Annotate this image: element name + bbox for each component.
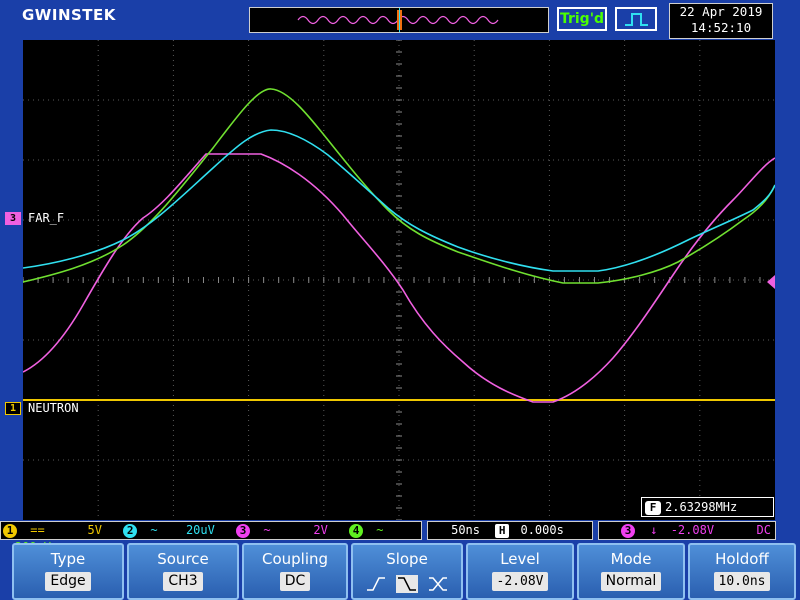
softkey-type[interactable]: Type Edge (12, 543, 124, 600)
ch1-scale: 5V (87, 523, 102, 537)
softkey-menu: Type Edge Source CH3 Coupling DC Slope L… (0, 543, 800, 600)
softkey-holdoff-value: 10.0ns (713, 572, 771, 591)
ch1-waveform-label: NEUTRON (28, 401, 79, 415)
waveform-display[interactable]: FAR_F NEUTRON (23, 40, 775, 520)
falling-edge-icon[interactable] (396, 574, 418, 593)
timebase-box[interactable]: 50ns H 0.000s (427, 521, 593, 540)
either-edge-icon[interactable] (427, 575, 449, 593)
frequency-value: 2.63298MHz (665, 500, 738, 514)
trigger-slope-icon: ↓ (650, 523, 658, 537)
ch1-position-marker[interactable]: 1 (5, 402, 21, 415)
ch3-position-marker[interactable]: 3 (5, 212, 21, 225)
memory-overview-bar (249, 7, 549, 33)
trigger-level-readout: -2.08V (670, 523, 715, 537)
status-bar: 1 == 5V 2 ~ 20uV 3 ~ 2V 4 ~ 200mV 50ns H… (0, 520, 800, 554)
trigger-level-marker[interactable] (766, 275, 776, 289)
ch2-number-icon: 2 (123, 523, 138, 538)
softkey-holdoff-title: Holdoff (715, 550, 769, 568)
softkey-source[interactable]: Source CH3 (127, 543, 239, 600)
softkey-coupling-value: DC (279, 572, 311, 591)
ch1-scale-group[interactable]: 1 == 5V (1, 523, 109, 538)
channel-scale-box[interactable]: 1 == 5V 2 ~ 20uV 3 ~ 2V 4 ~ 200mV (0, 521, 422, 554)
date-text: 22 Apr 2019 (679, 4, 763, 19)
softkey-mode-title: Mode (610, 550, 652, 568)
softkey-source-value: CH3 (163, 572, 203, 591)
horizontal-position: 0.000s (520, 523, 564, 537)
top-bar: GWINSTEK Trig'd 22 Apr 2019 14:52:10 (0, 0, 800, 40)
ch3-waveform-label: FAR_F (28, 211, 65, 225)
softkey-level-title: Level (500, 550, 540, 568)
frequency-icon: F (645, 500, 661, 515)
softkey-type-value: Edge (45, 572, 91, 591)
softkey-source-title: Source (157, 550, 209, 568)
ch4-number-icon: 4 (349, 523, 364, 538)
overview-waveform (297, 8, 499, 32)
trigger-status-badge: Trig'd (557, 7, 607, 31)
ch2-scale: 20uV (185, 523, 215, 537)
ch3-scale: 2V (313, 523, 328, 537)
horizontal-position-icon: H (495, 523, 510, 538)
ch4-coupling-icon: ~ (376, 523, 384, 537)
ch1-number-icon: 1 (3, 523, 17, 538)
ch2-scale-group[interactable]: 2 ~ 20uV (109, 523, 222, 538)
softkey-level-value: -2.08V (491, 572, 549, 591)
softkey-holdoff[interactable]: Holdoff 10.0ns (688, 543, 796, 600)
softkey-type-title: Type (50, 550, 86, 568)
pulse-mode-icon[interactable] (615, 7, 657, 31)
trigger-coupling-readout: DC (756, 523, 771, 537)
ch3-scale-group[interactable]: 3 ~ 2V (222, 523, 335, 538)
slope-options (353, 573, 461, 595)
softkey-coupling[interactable]: Coupling DC (242, 543, 348, 600)
softkey-mode[interactable]: Mode Normal (577, 543, 685, 600)
ch3-coupling-icon: ~ (263, 523, 271, 537)
ch2-coupling-icon: ~ (150, 523, 158, 537)
frequency-counter: F 2.63298MHz (641, 497, 774, 517)
softkey-mode-value: Normal (600, 572, 662, 591)
trigger-info-box[interactable]: 3 ↓ -2.08V DC (598, 521, 776, 540)
date-time-display: 22 Apr 2019 14:52:10 (669, 3, 773, 39)
ch3-number-icon: 3 (236, 523, 251, 538)
trigger-source-icon: 3 (621, 523, 635, 538)
ch1-coupling-icon: == (30, 523, 45, 537)
softkey-coupling-title: Coupling (261, 550, 329, 568)
rising-edge-icon[interactable] (365, 575, 387, 593)
softkey-slope[interactable]: Slope (351, 543, 463, 600)
brand-logo: GWINSTEK (22, 6, 116, 24)
timebase-scale: 50ns (451, 523, 480, 537)
softkey-level[interactable]: Level -2.08V (466, 543, 574, 600)
time-text: 14:52:10 (690, 20, 752, 35)
softkey-slope-title: Slope (386, 550, 428, 568)
graticule (23, 40, 775, 520)
